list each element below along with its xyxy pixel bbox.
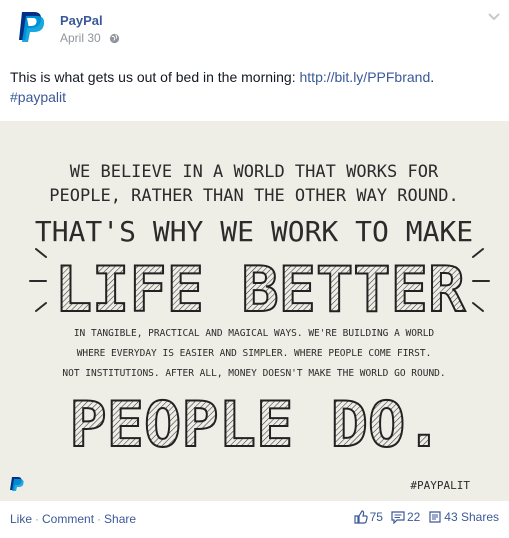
separator: ·	[97, 512, 102, 526]
thumbs-up-icon	[353, 510, 368, 524]
sparkle-lines-left	[29, 248, 47, 312]
like-button[interactable]: Like	[10, 512, 32, 526]
shares-count[interactable]: 43 Shares	[428, 510, 499, 524]
poster-paypal-logo-icon	[10, 477, 24, 491]
comment-icon	[391, 511, 405, 524]
post-image[interactable]: WE BELIEVE IN A WORLD THAT WORKS FOR PEO…	[0, 121, 509, 501]
paypal-avatar[interactable]	[10, 6, 50, 46]
poster-line3: THAT'S WHY WE WORK TO MAKE	[35, 215, 473, 248]
globe-icon	[109, 33, 120, 44]
poster-headline-people-do: PEOPLE DO.	[69, 388, 442, 461]
paypal-logo-icon	[19, 12, 45, 42]
poster-line1: WE BELIEVE IN A WORLD THAT WORKS FOR	[70, 162, 439, 182]
comment-button[interactable]: Comment	[42, 512, 94, 526]
share-icon	[429, 511, 441, 523]
poster-tag: #PAYPALIT	[410, 479, 470, 492]
poster-headline-life-better: LIFE BETTER	[55, 253, 466, 326]
sparkle-lines-right	[472, 248, 490, 312]
likes-count[interactable]: 75	[353, 510, 383, 524]
page-name-link[interactable]: PayPal	[60, 13, 103, 28]
post-text: This is what gets us out of bed in the m…	[10, 69, 300, 85]
post-message: This is what gets us out of bed in the m…	[10, 67, 500, 107]
post-stats: 75 22 43 Shares	[346, 510, 499, 524]
shares-value: 43 Shares	[444, 510, 499, 524]
post-link[interactable]: http://bit.ly/PPFbrand	[300, 69, 431, 85]
likes-value: 75	[369, 510, 383, 524]
facebook-post: PayPal April 30 This is what gets us out…	[0, 0, 509, 538]
chevron-down-icon[interactable]	[487, 12, 501, 22]
poster-para3: NOT INSTITUTIONS. AFTER ALL, MONEY DOESN…	[62, 368, 445, 379]
poster-line2: PEOPLE, RATHER THAN THE OTHER WAY ROUND.	[49, 186, 458, 206]
post-actions: Like · Comment · Share	[10, 512, 136, 526]
post-timestamp[interactable]: April 30	[60, 31, 101, 45]
separator: ·	[35, 512, 40, 526]
share-button[interactable]: Share	[104, 512, 136, 526]
comments-value: 22	[406, 510, 421, 524]
post-text-end: .	[430, 69, 435, 85]
post-footer: Like · Comment · Share 75 22 43 Shares	[0, 505, 509, 533]
post-header: PayPal April 30	[0, 0, 509, 60]
hashtag-link[interactable]: #paypalit	[10, 89, 66, 105]
poster-para2: WHERE EVERYDAY IS EASIER AND SIMPLER. WH…	[77, 348, 432, 359]
comments-count[interactable]: 22	[391, 510, 420, 524]
poster-para1: IN TANGIBLE, PRACTICAL AND MAGICAL WAYS.…	[74, 328, 435, 339]
paypal-poster: WE BELIEVE IN A WORLD THAT WORKS FOR PEO…	[10, 162, 490, 492]
